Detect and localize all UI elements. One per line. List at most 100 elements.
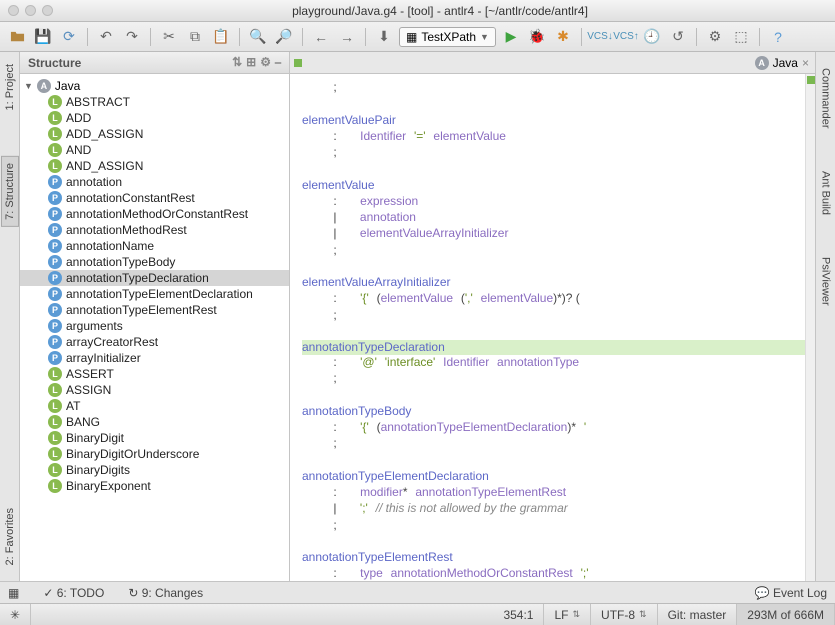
tree-item[interactable]: LADD_ASSIGN	[20, 126, 289, 142]
tree-item[interactable]: LADD	[20, 110, 289, 126]
tree-item-label: ABSTRACT	[66, 95, 130, 109]
close-tab-icon[interactable]: ×	[802, 56, 809, 70]
tree-item[interactable]: LASSERT	[20, 366, 289, 382]
hide-icon[interactable]: ⎯	[275, 55, 281, 70]
tool-tab-psi[interactable]: PsiViewer	[818, 251, 834, 312]
tree-item[interactable]: L BinaryDigit	[20, 430, 289, 446]
root-label: Java	[55, 79, 80, 93]
tool-tab-favorites[interactable]: 2: Favorites	[2, 502, 18, 571]
tree-item[interactable]: Pannotation	[20, 174, 289, 190]
close-icon[interactable]	[8, 5, 19, 16]
cut-icon[interactable]: ✂	[158, 26, 180, 48]
window-icon[interactable]: ▦	[8, 586, 19, 600]
back-icon[interactable]: ←	[310, 26, 332, 48]
tree-item[interactable]: PannotationTypeDeclaration	[20, 270, 289, 286]
tree-item[interactable]: L ABSTRACT	[20, 94, 289, 110]
tree-item[interactable]: Parguments	[20, 318, 289, 334]
tool-tab-ant[interactable]: Ant Build	[818, 165, 834, 221]
tree-item[interactable]: LBinaryDigits	[20, 462, 289, 478]
lexer-rule-icon: L	[48, 431, 62, 445]
tree-item[interactable]: PannotationMethodRest	[20, 222, 289, 238]
copy-icon[interactable]: ⧉	[184, 26, 206, 48]
tool-tab-event-log[interactable]: 💬 Event Log	[755, 586, 827, 600]
tool-tab-commander[interactable]: Commander	[818, 62, 834, 135]
tree-item[interactable]: LAND	[20, 142, 289, 158]
minimize-icon[interactable]	[25, 5, 36, 16]
tree-item[interactable]: LBinaryDigitOrUnderscore	[20, 446, 289, 462]
gear-icon[interactable]: ⚙	[260, 55, 271, 70]
zoom-icon[interactable]	[42, 5, 53, 16]
vcs-update-icon[interactable]: VCS↓	[589, 26, 611, 48]
tree-item[interactable]: PannotationMethodOrConstantRest	[20, 206, 289, 222]
expand-toggle-icon[interactable]: ▼	[24, 81, 33, 91]
tree-item[interactable]: L AT	[20, 398, 289, 414]
lexer-rule-icon: L	[48, 399, 62, 413]
tree-item[interactable]: LBinaryExponent	[20, 478, 289, 494]
caret-position[interactable]: 354:1	[493, 604, 544, 625]
tree-item[interactable]: ParrayInitializer	[20, 350, 289, 366]
traffic-lights	[8, 5, 53, 16]
panel-header: Structure ⇅ ⊞ ⚙ ⎯	[20, 52, 289, 74]
parser-rule-icon: P	[48, 255, 62, 269]
main-toolbar: 💾 ⟳ ↶ ↷ ✂ ⧉ 📋 🔍 🔎 ← → ⬇ ▦ TestXPath ▼ ▶ …	[0, 22, 835, 52]
tree-item-label: AT	[66, 399, 80, 413]
run-config-dropdown[interactable]: ▦ TestXPath ▼	[399, 27, 496, 47]
tree-item-label: BinaryDigits	[66, 463, 130, 477]
tree-item[interactable]: LASSIGN	[20, 382, 289, 398]
tree-item-label: annotationMethodRest	[66, 223, 187, 237]
coverage-icon[interactable]: ✱	[552, 26, 574, 48]
line-separator[interactable]: LF ⇅	[544, 604, 591, 625]
settings-icon[interactable]: ⚙	[704, 26, 726, 48]
encoding[interactable]: UTF-8 ⇅	[591, 604, 658, 625]
tree-item-label: BinaryDigit	[66, 431, 124, 445]
sync-icon[interactable]: ⟳	[58, 26, 80, 48]
tree-root[interactable]: ▼ A Java	[20, 78, 289, 94]
tree-item[interactable]: PannotationTypeElementDeclaration	[20, 286, 289, 302]
vcs-commit-icon[interactable]: VCS↑	[615, 26, 637, 48]
build-icon[interactable]: ⬇	[373, 26, 395, 48]
undo-icon[interactable]: ↶	[95, 26, 117, 48]
memory-indicator[interactable]: 293M of 666M	[737, 604, 835, 625]
tool-tab-changes[interactable]: ↻ 9: Changes	[128, 586, 203, 600]
expand-icon[interactable]: ⊞	[246, 55, 256, 70]
tree-item[interactable]: PannotationTypeElementRest	[20, 302, 289, 318]
revert-icon[interactable]: ↺	[667, 26, 689, 48]
editor-tab-label[interactable]: Java	[773, 56, 798, 70]
parser-rule-icon: P	[48, 351, 62, 365]
tree-item[interactable]: PannotationName	[20, 238, 289, 254]
parser-rule-icon: P	[48, 287, 62, 301]
tree-item-label: arrayCreatorRest	[66, 335, 158, 349]
save-icon[interactable]: 💾	[32, 26, 54, 48]
project-structure-icon[interactable]: ⬚	[730, 26, 752, 48]
grammar-file-icon: A	[755, 56, 769, 70]
editor-body[interactable]: ; elementValuePair : Identifier '=' elem…	[290, 74, 815, 581]
zoom-out-icon[interactable]: 🔎	[273, 26, 295, 48]
parser-rule-icon: P	[48, 303, 62, 317]
tree-item[interactable]: LAND_ASSIGN	[20, 158, 289, 174]
zoom-in-icon[interactable]: 🔍	[247, 26, 269, 48]
parser-rule-icon: P	[48, 207, 62, 221]
code-content[interactable]: ; elementValuePair : Identifier '=' elem…	[290, 74, 815, 581]
help-icon[interactable]: ?	[767, 26, 789, 48]
marker-bar[interactable]	[805, 74, 815, 581]
run-icon[interactable]: ▶	[500, 26, 522, 48]
tree-item-label: annotationMethodOrConstantRest	[66, 207, 248, 221]
lexer-rule-icon: L	[48, 95, 62, 109]
sort-icon[interactable]: ⇅	[232, 55, 242, 70]
structure-tree[interactable]: ▼ A Java L ABSTRACTLADDLADD_ASSIGNLANDLAN…	[20, 74, 289, 581]
tool-tab-structure[interactable]: 7: Structure	[1, 156, 19, 227]
tool-tab-project[interactable]: 1: Project	[2, 58, 18, 116]
tree-item[interactable]: PannotationConstantRest	[20, 190, 289, 206]
open-icon[interactable]	[6, 26, 28, 48]
history-icon[interactable]: 🕘	[641, 26, 663, 48]
tool-tab-todo[interactable]: ✓ 6: TODO	[43, 586, 104, 600]
tree-item[interactable]: LBANG	[20, 414, 289, 430]
redo-icon[interactable]: ↷	[121, 26, 143, 48]
forward-icon[interactable]: →	[336, 26, 358, 48]
tree-item[interactable]: PannotationTypeBody	[20, 254, 289, 270]
panel-title: Structure	[28, 56, 81, 70]
vcs-branch[interactable]: Git: master	[658, 604, 738, 625]
paste-icon[interactable]: 📋	[210, 26, 232, 48]
tree-item[interactable]: ParrayCreatorRest	[20, 334, 289, 350]
debug-icon[interactable]: 🐞	[526, 26, 548, 48]
